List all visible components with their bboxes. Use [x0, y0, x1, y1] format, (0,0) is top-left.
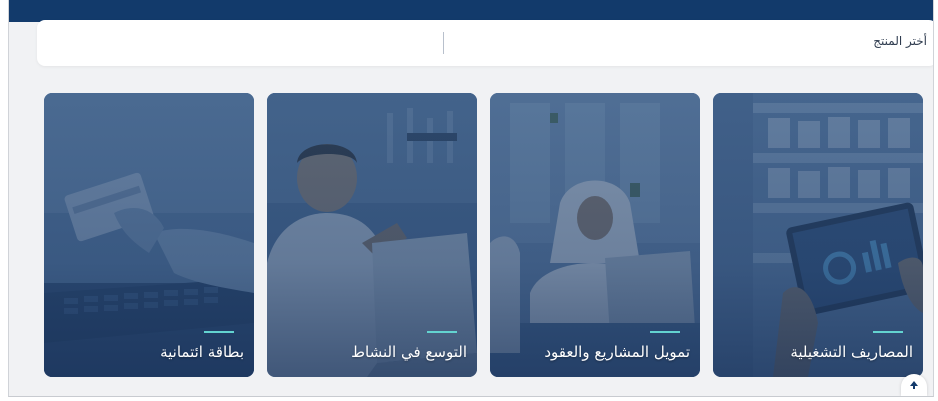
- card-accent-line: [427, 331, 457, 333]
- product-selector[interactable]: أختر المنتج: [37, 20, 933, 66]
- card-accent-line: [873, 331, 903, 333]
- selector-divider: [443, 32, 444, 54]
- header-bar: [9, 0, 933, 22]
- card-overlay: [713, 93, 923, 377]
- card-title: بطاقة ائتمانية: [160, 343, 244, 361]
- card-credit-card[interactable]: بطاقة ائتمانية: [44, 93, 254, 377]
- scroll-to-top-button[interactable]: [901, 374, 927, 396]
- page-frame: أختر المنتج بطاقة ائتمانية التوسع في الن…: [8, 0, 934, 397]
- product-cards: بطاقة ائتمانية التوسع في النشاط تمويل ال…: [44, 93, 924, 377]
- card-business-expansion[interactable]: التوسع في النشاط: [267, 93, 477, 377]
- card-operating-expenses[interactable]: المصاريف التشغيلية: [713, 93, 923, 377]
- product-selector-label: أختر المنتج: [873, 34, 927, 48]
- card-title: التوسع في النشاط: [351, 343, 467, 361]
- card-overlay: [490, 93, 700, 377]
- card-overlay: [44, 93, 254, 377]
- card-accent-line: [650, 331, 680, 333]
- card-title: المصاريف التشغيلية: [790, 343, 913, 361]
- card-overlay: [267, 93, 477, 377]
- card-title: تمويل المشاريع والعقود: [544, 343, 690, 361]
- card-accent-line: [204, 331, 234, 333]
- card-project-financing[interactable]: تمويل المشاريع والعقود: [490, 93, 700, 377]
- arrow-up-icon: [910, 381, 918, 389]
